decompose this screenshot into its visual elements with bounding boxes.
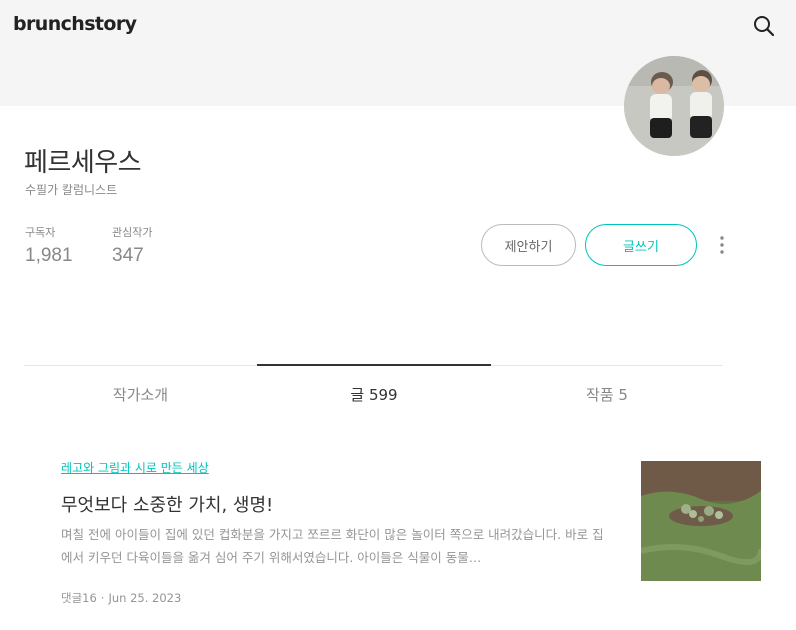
post-comments: 댓글16	[61, 591, 97, 605]
more-vertical-icon[interactable]	[712, 234, 732, 258]
stat-following[interactable]: 관심작가 347	[112, 224, 152, 267]
post-thumbnail[interactable]	[641, 461, 761, 581]
search-icon[interactable]	[752, 14, 776, 38]
tab-works[interactable]: 작품 5	[491, 366, 723, 422]
stat-label: 구독자	[25, 226, 56, 239]
post-title[interactable]: 무엇보다 소중한 가치, 생명!	[61, 491, 273, 517]
propose-button[interactable]: 제안하기	[481, 224, 576, 266]
post-summary[interactable]: 며칠 전에 아이들이 집에 있던 컵화분을 가지고 쪼르르 화단이 많은 놀이터…	[61, 523, 606, 569]
post-magazine-link[interactable]: 레고와 그림과 시로 만든 세상	[61, 459, 209, 476]
post-meta: 댓글16 · Jun 25. 2023	[61, 590, 181, 606]
stat-subscribers[interactable]: 구독자 1,981	[25, 224, 73, 267]
author-job: 수필가 칼럼니스트	[25, 183, 118, 197]
author-name: 페르세우스	[24, 148, 142, 178]
stat-value: 347	[112, 245, 144, 266]
stat-label: 관심작가	[112, 226, 153, 239]
tab-posts[interactable]: 글 599	[257, 366, 491, 422]
tab-author-intro[interactable]: 작가소개	[24, 366, 257, 422]
stat-value: 1,981	[25, 245, 73, 266]
write-button[interactable]: 글쓰기	[585, 224, 697, 266]
meta-separator: ·	[100, 591, 105, 605]
profile-avatar[interactable]	[624, 56, 724, 156]
brunchstory-logo[interactable]: brunchstory	[13, 13, 137, 35]
post-date: Jun 25. 2023	[108, 591, 182, 605]
